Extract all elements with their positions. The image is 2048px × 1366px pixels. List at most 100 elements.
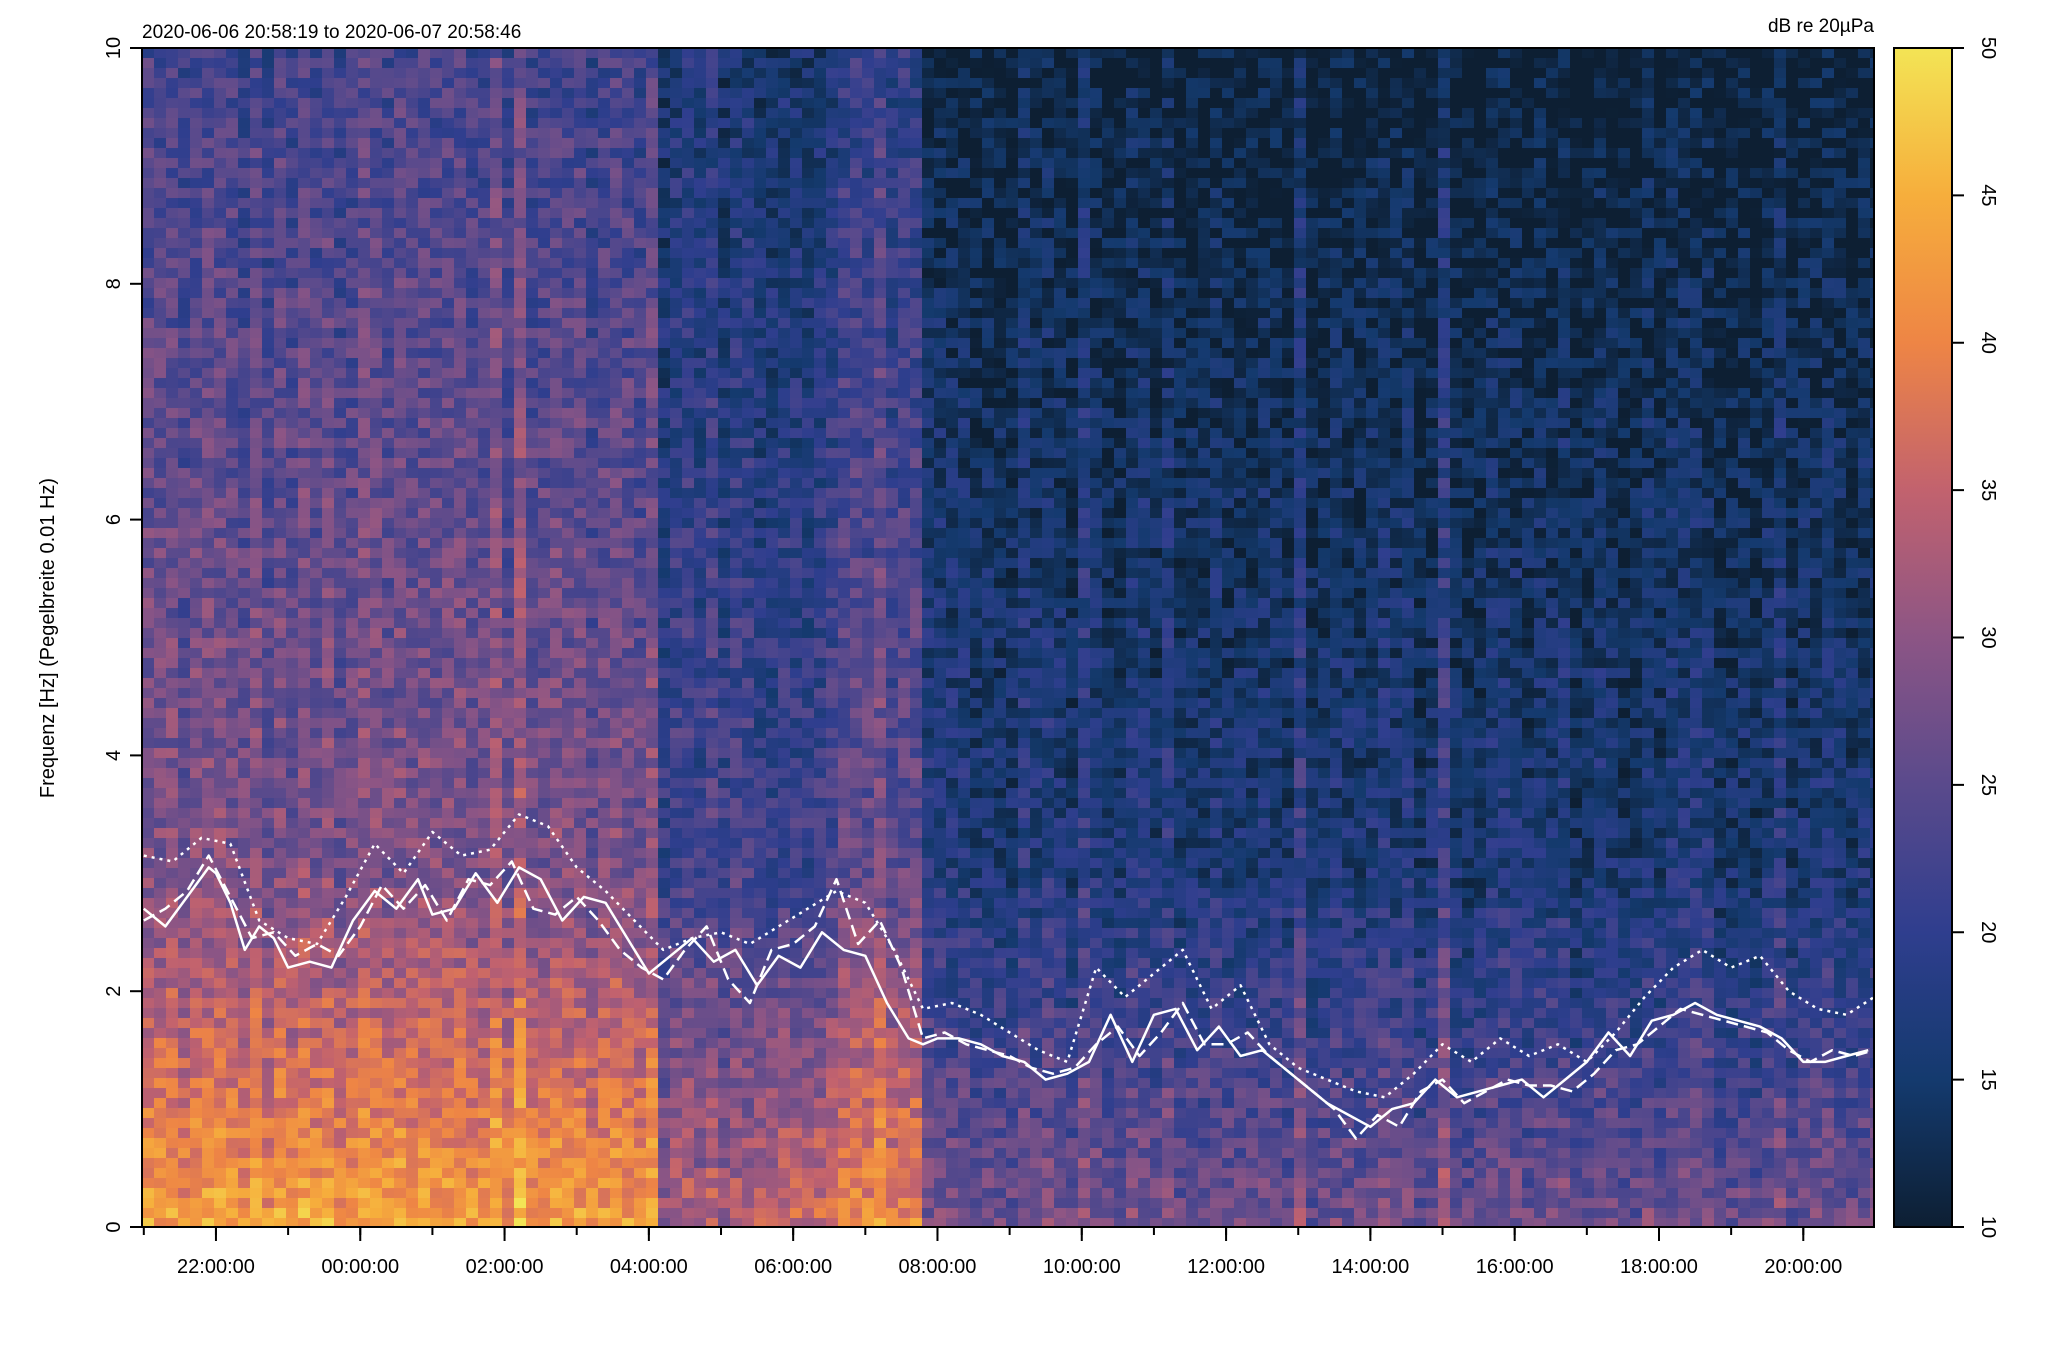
heatmap-cell — [274, 1138, 286, 1148]
heatmap-cell — [562, 1048, 574, 1058]
heatmap-cell — [478, 898, 490, 908]
heatmap-cell — [190, 268, 202, 278]
heatmap-cell — [382, 948, 394, 958]
heatmap-cell — [550, 1028, 562, 1038]
heatmap-cell — [394, 588, 406, 598]
heatmap-cell — [514, 838, 526, 848]
heatmap-cell — [586, 578, 598, 588]
heatmap-cell — [142, 828, 154, 838]
heatmap-cell — [550, 1118, 562, 1128]
heatmap-cell — [454, 228, 466, 238]
heatmap-cell — [154, 338, 166, 348]
heatmap-cell — [178, 1128, 190, 1138]
heatmap-cell — [610, 1178, 622, 1188]
heatmap-cell — [154, 398, 166, 408]
heatmap-cell — [598, 1118, 610, 1128]
heatmap-cell — [310, 1048, 322, 1058]
heatmap-cell — [430, 1218, 442, 1227]
heatmap-cell — [178, 988, 190, 998]
heatmap-cell — [442, 998, 454, 1008]
heatmap-cell — [574, 918, 586, 928]
heatmap-cell — [574, 578, 586, 588]
heatmap-cell — [526, 398, 538, 408]
heatmap-cell — [190, 488, 202, 498]
heatmap-cell — [418, 1218, 430, 1227]
heatmap-cell — [214, 158, 226, 168]
heatmap-cell — [646, 348, 658, 358]
heatmap-cell — [142, 1048, 154, 1058]
heatmap-cell — [442, 918, 454, 928]
heatmap-cell — [610, 308, 622, 318]
heatmap-cell — [274, 558, 286, 568]
heatmap-cell — [538, 238, 550, 248]
heatmap-cell — [178, 408, 190, 418]
heatmap-cell — [502, 988, 514, 998]
heatmap-cell — [406, 128, 418, 138]
heatmap-cell — [538, 728, 550, 738]
heatmap-cell — [250, 1108, 262, 1118]
heatmap-cell — [442, 138, 454, 148]
heatmap-cell — [622, 288, 634, 298]
heatmap-cell — [154, 58, 166, 68]
heatmap-cell — [430, 768, 442, 778]
heatmap-cell — [370, 638, 382, 648]
heatmap-cell — [490, 468, 502, 478]
heatmap-cell — [454, 1168, 466, 1178]
heatmap-cell — [442, 458, 454, 468]
heatmap-cell — [334, 418, 346, 428]
heatmap-cell — [538, 118, 550, 128]
heatmap-cell — [298, 368, 310, 378]
heatmap-cell — [634, 158, 646, 168]
heatmap-cell — [526, 228, 538, 238]
heatmap-cell — [502, 768, 514, 778]
heatmap-cell — [478, 118, 490, 128]
heatmap-cell — [466, 728, 478, 738]
heatmap-cell — [190, 358, 202, 368]
heatmap-cell — [238, 578, 250, 588]
heatmap-cell — [406, 578, 418, 588]
heatmap-cell — [298, 1008, 310, 1018]
heatmap-cell — [226, 988, 238, 998]
heatmap-cell — [226, 618, 238, 628]
heatmap-cell — [262, 668, 274, 678]
heatmap-cell — [370, 238, 382, 248]
heatmap-cell — [526, 798, 538, 808]
heatmap-cell — [262, 778, 274, 788]
heatmap-cell — [298, 78, 310, 88]
heatmap-cell — [214, 438, 226, 448]
heatmap-cell — [406, 198, 418, 208]
heatmap-cell — [418, 1128, 430, 1138]
heatmap-cell — [298, 858, 310, 868]
heatmap-cell — [214, 218, 226, 228]
heatmap-cell — [394, 538, 406, 548]
heatmap-cell — [454, 408, 466, 418]
heatmap-cell — [298, 668, 310, 678]
heatmap-cell — [526, 118, 538, 128]
heatmap-cell — [250, 958, 262, 968]
heatmap-cell — [202, 958, 214, 968]
heatmap-cell — [622, 978, 634, 988]
heatmap-cell — [238, 198, 250, 208]
heatmap-cell — [622, 1008, 634, 1018]
heatmap-cell — [142, 98, 154, 108]
heatmap-cell — [430, 728, 442, 738]
heatmap-cell — [310, 188, 322, 198]
heatmap-cell — [202, 698, 214, 708]
heatmap-cell — [454, 1008, 466, 1018]
heatmap-cell — [394, 1008, 406, 1018]
heatmap-cell — [430, 138, 442, 148]
heatmap-cell — [406, 698, 418, 708]
heatmap-cell — [226, 1178, 238, 1188]
heatmap-cell — [358, 388, 370, 398]
heatmap-cell — [586, 748, 598, 758]
heatmap-cell — [370, 398, 382, 408]
heatmap-cell — [646, 268, 658, 278]
heatmap-cell — [526, 688, 538, 698]
heatmap-cell — [262, 908, 274, 918]
heatmap-cell — [490, 528, 502, 538]
heatmap-cell — [526, 768, 538, 778]
heatmap-cell — [346, 1068, 358, 1078]
heatmap-cell — [394, 1068, 406, 1078]
heatmap-cell — [646, 208, 658, 218]
heatmap-cell — [214, 138, 226, 148]
